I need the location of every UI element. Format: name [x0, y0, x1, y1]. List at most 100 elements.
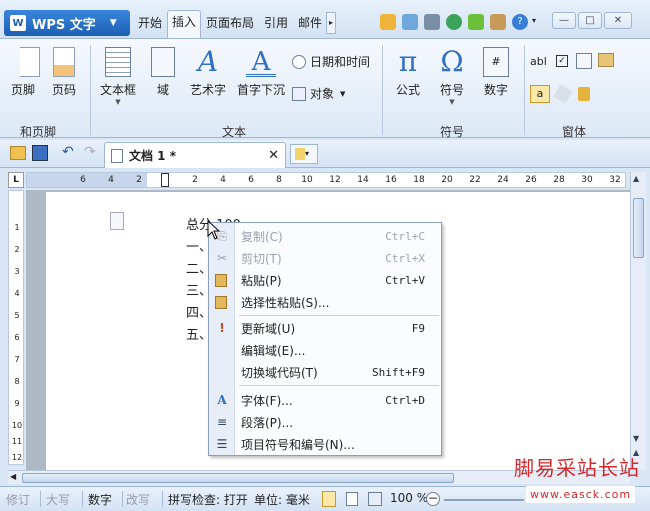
app-menu-button[interactable]: W WPS 文字 ▼ [4, 10, 130, 36]
users-icon[interactable] [490, 14, 506, 30]
tab-references[interactable]: 引用 [260, 12, 292, 36]
menu-item-shortcut: Shift+F9 [372, 365, 425, 379]
menu-separator [239, 315, 439, 316]
open-folder-icon[interactable] [10, 146, 26, 160]
ruler-tick-label: 10 [11, 421, 23, 430]
vertical-ruler[interactable]: 1 2 3 4 5 6 7 8 9 10 11 12 [8, 190, 24, 465]
update-field-icon: ! [219, 321, 225, 335]
scroll-up-arrow-icon[interactable]: ▲ [633, 174, 639, 183]
unit-indicator[interactable]: 单位: 毫米 [252, 491, 310, 508]
status-separator [122, 491, 123, 507]
menu-item-cut[interactable]: ✂ 剪切(T) Ctrl+X [209, 247, 441, 269]
wordart-button[interactable]: A 艺术字 [186, 47, 230, 98]
menu-item-shortcut: Ctrl+D [385, 393, 425, 407]
form-dropdown-icon[interactable] [576, 53, 592, 69]
menu-item-paste[interactable]: 粘贴(P) Ctrl+V [209, 269, 441, 291]
tab-mailings[interactable]: 邮件 [294, 12, 326, 36]
scroll-down-arrow-icon[interactable]: ▼ [633, 434, 639, 443]
footer-button[interactable]: 页脚 [6, 47, 40, 98]
horizontal-ruler[interactable]: 6 4 2 2 4 6 8 10 12 14 16 18 20 22 24 26… [26, 172, 626, 188]
ruler-tick-label: 26 [525, 175, 537, 185]
window-switch-icon[interactable] [402, 14, 418, 30]
textbox-icon [105, 47, 131, 77]
menu-item-paste-special[interactable]: 选择性粘贴(S)... [209, 291, 441, 313]
textbox-button[interactable]: 文本框 ▼ [96, 47, 140, 106]
caps-indicator[interactable]: 大写 [46, 491, 70, 508]
globe-icon[interactable] [446, 14, 462, 30]
menu-item-paragraph[interactable]: ≡ 段落(P)... [209, 411, 441, 433]
object-icon [292, 86, 306, 101]
lock-icon[interactable] [578, 87, 590, 101]
form-shading-icon[interactable]: a [530, 85, 550, 103]
ruler-tick-label: 30 [581, 175, 593, 185]
tab-scroll-right-button[interactable]: ▸ [326, 12, 336, 34]
maximize-button[interactable]: □ [578, 12, 602, 29]
vertical-scrollbar[interactable]: ▲ ▼ ▲ [630, 172, 646, 470]
tab-home[interactable]: 开始 [134, 12, 166, 36]
menu-item-toggle-field-codes[interactable]: 切换域代码(T) Shift+F9 [209, 361, 441, 383]
form-textfield-icon[interactable]: abl [530, 55, 547, 68]
field-button[interactable]: 域 [146, 47, 180, 98]
scrollbar-thumb[interactable] [22, 473, 454, 483]
indent-marker[interactable] [161, 173, 169, 187]
tab-stop-selector[interactable]: L [8, 172, 24, 188]
help-icon[interactable]: ? [512, 14, 528, 30]
scroll-left-arrow-icon[interactable]: ◀ [10, 472, 16, 481]
number-label: 数字 [483, 83, 508, 97]
document-tab[interactable]: 文档 1 * ✕ [104, 142, 286, 168]
formula-button[interactable]: π 公式 [388, 47, 428, 98]
eraser-icon[interactable] [553, 84, 573, 104]
field-label: 域 [156, 83, 169, 97]
menu-item-font[interactable]: A 字体(F)... Ctrl+D [209, 389, 441, 411]
tab-insert[interactable]: 插入 [167, 10, 202, 38]
zoom-out-icon[interactable]: − [426, 492, 440, 506]
dropcap-button[interactable]: A 首字下沉 [234, 47, 288, 98]
page-view-icon[interactable] [322, 491, 336, 507]
page-marker-icon [110, 212, 124, 230]
new-document-button[interactable]: ▾ [290, 144, 318, 164]
field-icon [151, 47, 175, 77]
menu-item-label: 复制(C) [241, 229, 283, 244]
options-chevron-icon[interactable]: ▾ [532, 16, 536, 25]
group-header-footer-label: 和页脚 [20, 125, 57, 139]
plant-icon[interactable] [468, 14, 484, 30]
symbol-button[interactable]: Ω 符号 ▼ [432, 47, 472, 107]
scrollbar-thumb[interactable] [633, 198, 644, 258]
zoom-slider[interactable] [444, 499, 524, 501]
group-text-label: 文本 [222, 125, 247, 139]
number-button[interactable]: # 数字 [476, 47, 516, 98]
form-checkbox-icon[interactable]: ✓ [556, 55, 568, 67]
menu-item-update-field[interactable]: ! 更新域(U) F9 [209, 317, 441, 339]
web-view-icon[interactable] [368, 492, 382, 506]
redo-icon[interactable]: ↷ [84, 144, 96, 160]
save-icon[interactable] [32, 145, 48, 161]
page-number-button[interactable]: 页码 [44, 47, 84, 98]
form-properties-icon[interactable] [598, 53, 614, 67]
outline-view-icon[interactable] [346, 492, 358, 506]
numlock-indicator[interactable]: 数字 [88, 491, 112, 508]
minimize-button[interactable]: — [552, 12, 576, 29]
menu-item-label: 段落(P)... [241, 415, 294, 430]
wordart-icon: A [197, 45, 219, 78]
ruler-tick-label: 4 [220, 175, 226, 185]
home-icon[interactable] [424, 14, 440, 30]
menu-item-edit-field[interactable]: 编辑域(E)... [209, 339, 441, 361]
ruler-tick-label: 6 [14, 333, 20, 342]
menu-item-copy[interactable]: ⎘ 复制(C) Ctrl+C [209, 225, 441, 247]
datetime-button[interactable]: 日期和时间 [292, 53, 370, 70]
menu-item-shortcut: Ctrl+X [385, 251, 425, 265]
undo-icon[interactable]: ↶ [62, 144, 74, 160]
overwrite-indicator[interactable]: 改写 [126, 491, 150, 508]
object-button[interactable]: 对象 ▼ [292, 85, 345, 102]
formula-label: 公式 [395, 83, 420, 97]
revision-indicator[interactable]: 修订 [6, 491, 30, 508]
arrow-up-icon[interactable] [380, 14, 396, 30]
pi-icon: π [398, 45, 418, 78]
spellcheck-indicator[interactable]: 拼写检查: 打开 [168, 491, 248, 508]
menu-item-label: 编辑域(E)... [241, 343, 306, 358]
close-button[interactable]: ✕ [604, 12, 632, 29]
close-tab-icon[interactable]: ✕ [268, 148, 279, 163]
ruler-tick-label: 20 [441, 175, 453, 185]
tab-page-layout[interactable]: 页面布局 [202, 12, 258, 36]
menu-item-bullets-numbering[interactable]: ☰ 项目符号和编号(N)... [209, 433, 441, 455]
